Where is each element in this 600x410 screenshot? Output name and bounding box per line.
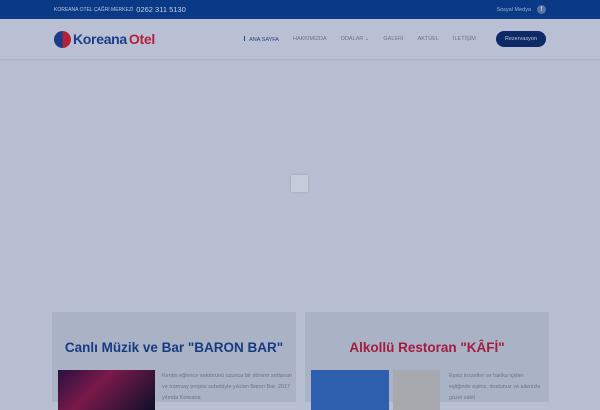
card-text: Eşsiz lezzetler ve harika içkiler eşliği… [449, 373, 541, 401]
menu-odalar[interactable]: ODALAR ⌄ [341, 36, 370, 42]
menu-galeri[interactable]: GALERİ [383, 36, 403, 42]
logo[interactable]: Koreana Otel [54, 30, 155, 48]
card-title: Canlı Müzik ve Bar "BARON BAR" [64, 340, 284, 355]
menu-iletisim[interactable]: İLETİŞİM [453, 36, 476, 42]
logo-text-otel: Otel [128, 31, 155, 47]
restaurant-image-2 [393, 370, 440, 410]
facebook-icon[interactable]: f [537, 5, 546, 14]
call-center-label: KOREANA OTEL ÇAĞRI MERKEZİ [54, 6, 134, 13]
phone-number[interactable]: 0262 311 5130 [136, 5, 186, 14]
baron-bar-image [58, 370, 155, 410]
menu-hakkimizda[interactable]: HAKKIMIZDA [293, 36, 327, 42]
logo-text-koreana: Koreana [73, 31, 127, 47]
reservation-button[interactable]: Rezervasyon [495, 31, 546, 47]
card-title: Alkollü Restoran "KÂFİ" [349, 340, 505, 355]
menu-ana-sayfa[interactable]: ANA SAYFA [244, 36, 279, 43]
logo-icon [54, 30, 71, 48]
restaurant-image [311, 370, 389, 410]
menu-aktuel[interactable]: AKTÜEL [418, 36, 439, 42]
main-nav: Koreana Otel ANA SAYFA HAKKIMIZDA ODALAR … [0, 19, 600, 59]
card-text: Kentin eğlence sektörünü uzunca bir döne… [162, 373, 292, 401]
top-bar: KOREANA OTEL ÇAĞRI MERKEZİ 0262 311 5130… [0, 0, 600, 19]
kafi-restaurant-card: Alkollü Restoran "KÂFİ" Eşsiz lezzetler … [305, 312, 549, 410]
loading-spinner [291, 175, 308, 192]
social-label: Sosyal Medya [496, 6, 531, 13]
baron-bar-card: Canlı Müzik ve Bar "BARON BAR" Kentin eğ… [52, 312, 296, 410]
